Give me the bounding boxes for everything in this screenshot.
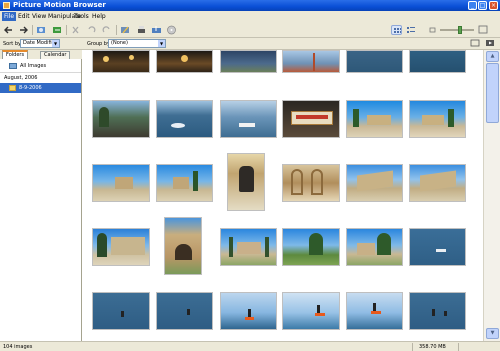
folder-icon <box>9 85 16 91</box>
image-count: 104 images <box>3 344 33 350</box>
pane-tabs: Folders Calendar <box>0 50 82 59</box>
burn-icon[interactable] <box>166 25 177 35</box>
rotate-right-icon[interactable] <box>101 25 112 35</box>
photo-thumbnail[interactable] <box>156 164 213 202</box>
all-images-label: All Images <box>20 63 47 69</box>
month-header: August, 2006 <box>0 72 81 82</box>
status-divider <box>458 343 459 351</box>
thumbnail-view-icon[interactable] <box>391 25 402 35</box>
photo-thumbnail[interactable] <box>220 50 277 73</box>
photo-thumbnail[interactable] <box>227 153 265 211</box>
photo-thumbnail[interactable] <box>92 50 150 73</box>
photo-thumbnail[interactable] <box>346 228 403 266</box>
single-view-icon[interactable] <box>470 39 480 48</box>
menu-tools[interactable]: Tools <box>74 13 89 20</box>
minimize-button[interactable]: _ <box>468 1 477 10</box>
group-dropdown[interactable]: (None) ▼ <box>108 39 166 48</box>
folder-pane: Folders Calendar All Images August, 2006… <box>0 50 82 341</box>
toolbar-separator <box>32 25 33 35</box>
folder-item[interactable]: 8-9-2006 <box>0 83 81 93</box>
menu-view[interactable]: View <box>32 13 46 20</box>
photo-thumbnail[interactable] <box>346 292 403 330</box>
thumbnail-grid <box>83 50 483 341</box>
chevron-down-icon[interactable]: ▼ <box>158 40 165 47</box>
zoom-slider[interactable] <box>440 26 474 34</box>
photo-thumbnail[interactable] <box>346 100 403 138</box>
menu-bar: File Edit View Manipulate Tools Help <box>0 11 500 22</box>
status-divider <box>412 343 413 351</box>
photo-thumbnail[interactable] <box>156 292 213 330</box>
photo-thumbnail[interactable] <box>282 228 340 266</box>
photo-thumbnail[interactable] <box>282 292 340 330</box>
app-icon <box>3 2 10 9</box>
delete-icon[interactable] <box>70 25 81 35</box>
folder-label: 8-9-2006 <box>19 85 42 91</box>
toolbar-separator <box>66 25 67 35</box>
zoom-slider-thumb[interactable] <box>458 26 462 34</box>
sort-dropdown[interactable]: Date Modified ▼ <box>20 39 60 48</box>
images-icon <box>9 63 17 69</box>
sort-bar: Sort by: Date Modified ▼ Group by: (None… <box>0 38 500 50</box>
zoom-out-icon[interactable] <box>427 25 438 35</box>
status-bar: 104 images 358.70 MB <box>0 341 500 351</box>
scroll-up-icon[interactable]: ▲ <box>486 51 499 62</box>
upload-icon[interactable] <box>151 25 162 35</box>
photo-thumbnail[interactable] <box>220 292 277 330</box>
title-bar[interactable]: Picture Motion Browser _ □ × <box>0 0 500 11</box>
vertical-scrollbar[interactable]: ▲ ▼ <box>483 50 500 341</box>
photo-thumbnail[interactable] <box>164 217 202 275</box>
photo-thumbnail[interactable] <box>92 292 150 330</box>
toolbar-separator <box>116 25 117 35</box>
photo-thumbnail[interactable] <box>409 164 466 202</box>
photo-thumbnail[interactable] <box>220 100 277 138</box>
total-size: 358.70 MB <box>419 344 446 350</box>
slideshow-icon[interactable] <box>485 39 495 48</box>
photo-thumbnail[interactable] <box>220 228 277 266</box>
photo-thumbnail[interactable] <box>92 100 150 138</box>
scrollbar-thumb[interactable] <box>486 63 499 123</box>
menu-edit[interactable]: Edit <box>18 13 30 20</box>
chevron-down-icon[interactable]: ▼ <box>52 40 59 47</box>
photo-thumbnail[interactable] <box>156 50 213 73</box>
scroll-down-icon[interactable]: ▼ <box>486 328 499 339</box>
photo-thumbnail[interactable] <box>409 228 466 266</box>
photo-thumbnail[interactable] <box>92 164 150 202</box>
maximize-button[interactable]: □ <box>478 1 487 10</box>
edit-icon[interactable] <box>120 25 131 35</box>
group-value: (None) <box>111 40 128 46</box>
back-icon[interactable] <box>3 25 14 35</box>
tab-folders[interactable]: Folders <box>2 50 29 59</box>
photo-thumbnail[interactable] <box>346 164 403 202</box>
close-button[interactable]: × <box>489 1 498 10</box>
photo-thumbnail[interactable] <box>282 100 340 138</box>
toolbar <box>0 22 500 38</box>
photo-thumbnail[interactable] <box>282 50 340 73</box>
import-icon[interactable] <box>36 25 47 35</box>
rotate-left-icon[interactable] <box>86 25 97 35</box>
details-view-icon[interactable] <box>405 25 416 35</box>
photo-thumbnail[interactable] <box>409 292 466 330</box>
export-icon[interactable] <box>52 25 63 35</box>
window-title: Picture Motion Browser <box>13 1 106 9</box>
photo-thumbnail[interactable] <box>409 100 466 138</box>
menu-file[interactable]: File <box>2 12 17 21</box>
tab-calendar[interactable]: Calendar <box>40 51 71 59</box>
photo-thumbnail[interactable] <box>282 164 340 202</box>
photo-thumbnail[interactable] <box>92 228 150 266</box>
print-icon[interactable] <box>136 25 147 35</box>
month-label: August, 2006 <box>4 75 38 81</box>
photo-thumbnail[interactable] <box>156 100 213 138</box>
forward-icon[interactable] <box>18 25 29 35</box>
menu-help[interactable]: Help <box>92 13 106 20</box>
photo-thumbnail[interactable] <box>346 50 403 73</box>
photo-thumbnail[interactable] <box>409 50 466 73</box>
all-images-item[interactable]: All Images <box>0 61 81 71</box>
zoom-in-icon[interactable] <box>478 25 489 35</box>
